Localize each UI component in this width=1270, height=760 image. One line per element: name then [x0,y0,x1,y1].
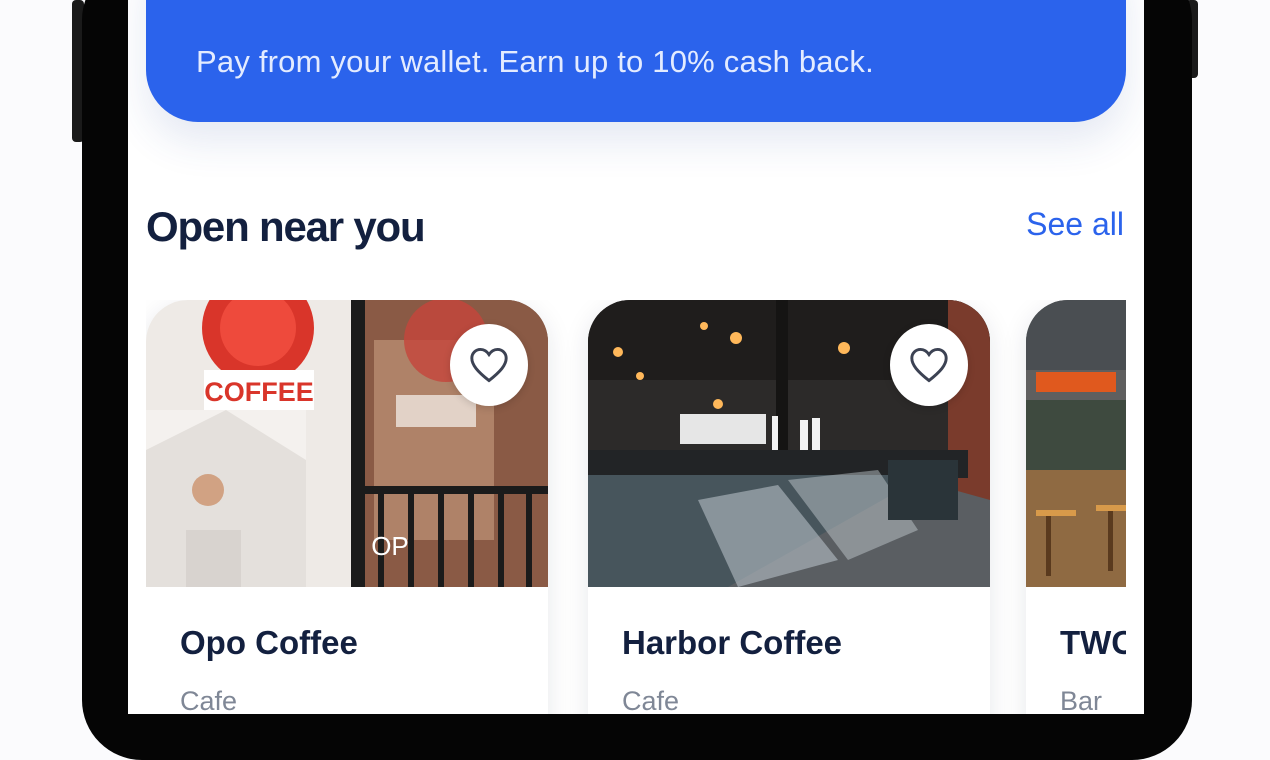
place-card-opo-coffee[interactable]: COFFEE OP Opo Coffee Cafe [146,300,548,714]
place-category: Cafe [180,686,238,714]
places-carousel[interactable]: COFFEE OP Opo Coffee Cafe Harbor Coffee … [146,300,1126,714]
coffee-sign-text: COFFEE [204,377,314,407]
place-category: Bar [1060,686,1103,714]
favorite-button[interactable] [890,324,968,406]
place-category: Cafe [622,686,680,714]
place-name: TWC [1060,624,1126,661]
favorite-button[interactable] [450,324,528,406]
place-name: Harbor Coffee [622,624,843,661]
place-card-twc[interactable]: TWC Bar [1026,300,1126,714]
place-photo [1026,300,1126,587]
door-text: OP [371,531,409,561]
see-all-link[interactable]: See all [1026,206,1124,243]
place-card-harbor-coffee[interactable]: Harbor Coffee Cafe [588,300,990,714]
heart-icon [470,347,508,383]
section-title: Open near you [146,203,426,250]
wallet-promo-banner[interactable]: Pay from your wallet. Earn up to 10% cas… [146,0,1126,122]
heart-icon [910,347,948,383]
place-name: Opo Coffee [180,624,358,661]
wallet-promo-text: Pay from your wallet. Earn up to 10% cas… [196,44,874,79]
app-screen: Pay from your wallet. Earn up to 10% cas… [128,0,1144,714]
